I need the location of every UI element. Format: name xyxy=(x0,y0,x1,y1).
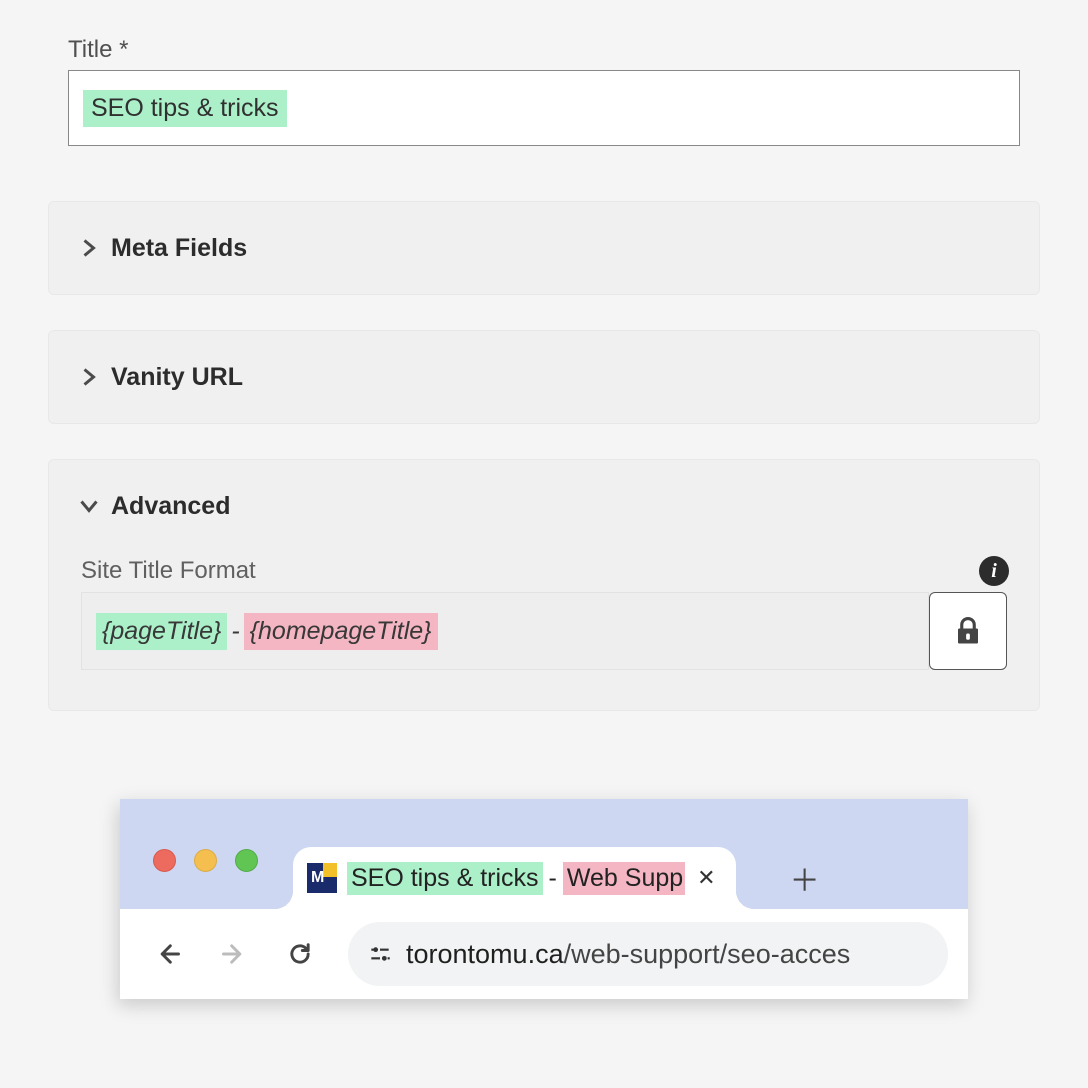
accordion-label: Meta Fields xyxy=(111,234,247,263)
new-tab-button[interactable]: ＋ xyxy=(788,861,822,895)
site-title-format-label: Site Title Format xyxy=(81,557,256,585)
close-window-icon[interactable] xyxy=(153,849,176,872)
accordion-vanity-url[interactable]: Vanity URL xyxy=(48,330,1040,424)
title-input[interactable]: SEO tips & tricks xyxy=(68,70,1020,146)
token-homepage-title: {homepageTitle} xyxy=(244,613,438,650)
chevron-right-icon xyxy=(79,238,99,258)
lock-icon xyxy=(955,616,981,646)
close-tab-icon[interactable]: ✕ xyxy=(697,865,715,891)
token-page-title: {pageTitle} xyxy=(96,613,227,650)
browser-preview: M SEO tips & tricks - Web Supp ✕ ＋ xyxy=(120,799,968,999)
maximize-window-icon[interactable] xyxy=(235,849,258,872)
reload-button[interactable] xyxy=(272,926,328,982)
back-button[interactable] xyxy=(140,926,196,982)
arrow-left-icon xyxy=(154,940,182,968)
title-label: Title * xyxy=(68,36,1040,64)
browser-tab[interactable]: M SEO tips & tricks - Web Supp ✕ xyxy=(293,847,736,909)
window-controls xyxy=(153,849,258,872)
url-text: torontomu.ca/web-support/seo-acces xyxy=(406,939,850,970)
site-title-format-input: {pageTitle} - {homepageTitle} xyxy=(81,592,929,670)
forward-button[interactable] xyxy=(206,926,262,982)
site-settings-icon[interactable] xyxy=(366,940,394,968)
favicon-icon: M xyxy=(307,863,337,893)
accordion-advanced-header[interactable]: Advanced xyxy=(49,460,1039,552)
title-input-value: SEO tips & tricks xyxy=(83,90,287,127)
token-separator: - xyxy=(227,617,243,646)
tab-title: SEO tips & tricks - Web Supp xyxy=(347,862,685,895)
lock-button[interactable] xyxy=(929,592,1007,670)
reload-icon xyxy=(286,940,314,968)
accordion-advanced: Advanced Site Title Format i {pageTitle}… xyxy=(48,459,1040,711)
address-bar[interactable]: torontomu.ca/web-support/seo-acces xyxy=(348,922,948,986)
chevron-right-icon xyxy=(79,367,99,387)
accordion-label: Vanity URL xyxy=(111,363,243,392)
arrow-right-icon xyxy=(220,940,248,968)
info-icon[interactable]: i xyxy=(979,556,1009,586)
accordion-meta-fields[interactable]: Meta Fields xyxy=(48,201,1040,295)
chevron-down-icon xyxy=(79,496,99,516)
accordion-label: Advanced xyxy=(111,492,230,521)
minimize-window-icon[interactable] xyxy=(194,849,217,872)
